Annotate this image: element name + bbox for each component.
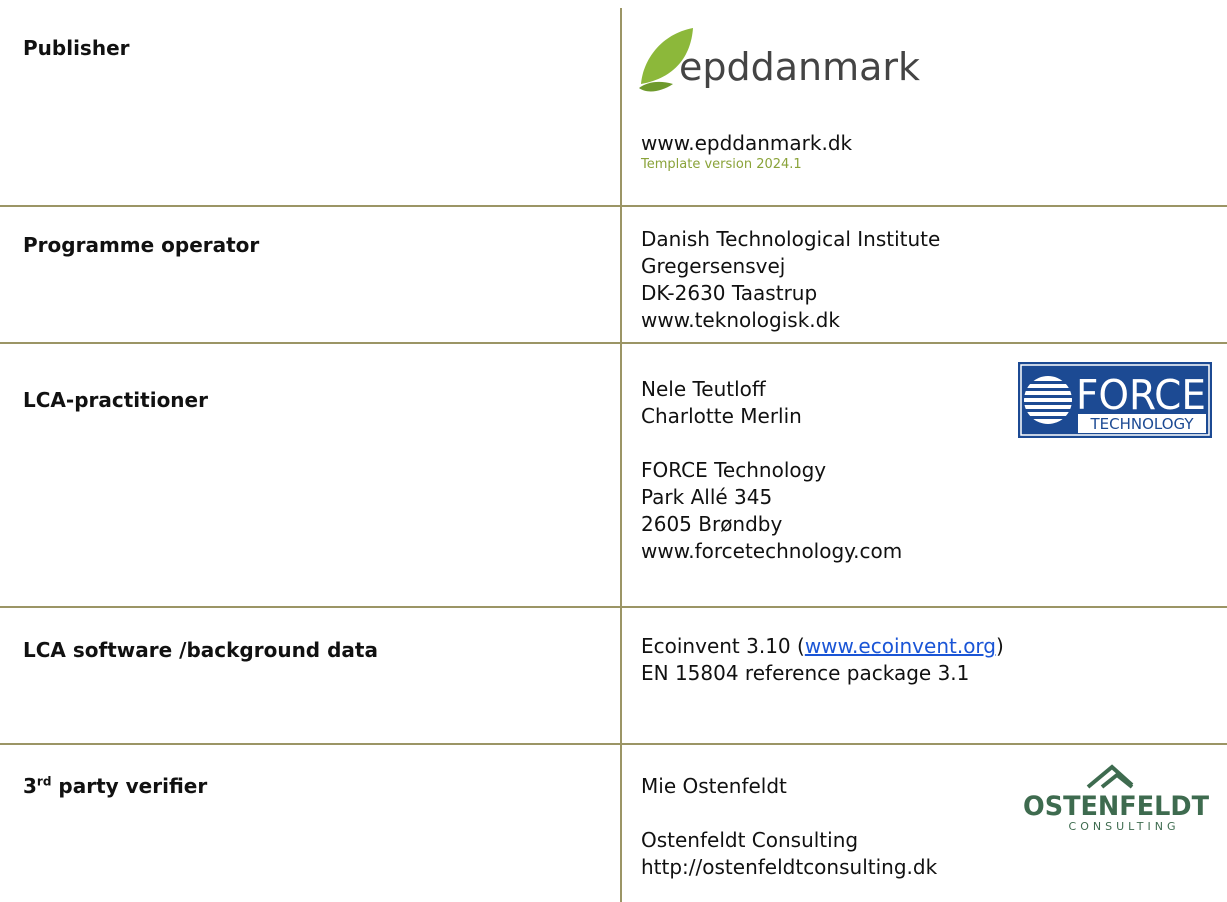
verifier-name: Mie Ostenfeldt (641, 774, 787, 798)
operator-city: DK-2630 Taastrup (641, 281, 818, 305)
practitioner-name-1: Nele Teutloff (641, 377, 766, 401)
practitioner-website: www.forcetechnology.com (641, 539, 903, 563)
verifier-company: Ostenfeldt Consulting (641, 828, 859, 852)
practitioner-name-2: Charlotte Merlin (641, 404, 802, 428)
lca-practitioner-label: LCA-practitioner (23, 388, 208, 412)
epddanmark-logo: epddanmark (639, 28, 920, 92)
lca-software-details: Ecoinvent 3.10 (www.ecoinvent.org) EN 15… (641, 633, 1004, 687)
svg-text:FORCE: FORCE (1076, 371, 1206, 419)
ecoinvent-text: Ecoinvent 3.10 ( (641, 634, 805, 658)
svg-text:epddanmark: epddanmark (679, 45, 920, 89)
programme-operator-details: Danish Technological Institute Gregersen… (641, 226, 940, 334)
template-version: Template version 2024.1 (641, 157, 802, 172)
publisher-details: www.epddanmark.dk Template version 2024.… (641, 130, 852, 173)
practitioner-company: FORCE Technology (641, 458, 827, 482)
lca-practitioner-details: Nele Teutloff Charlotte Merlin FORCE Tec… (641, 376, 902, 565)
verifier-label: 3rd party verifier (23, 774, 208, 798)
publisher-label: Publisher (23, 36, 130, 60)
row-divider (0, 205, 1227, 207)
force-technology-logo: FORCE TECHNOLOGY (1018, 362, 1212, 438)
ecoinvent-line: Ecoinvent 3.10 (www.ecoinvent.org) (641, 633, 1004, 660)
row-divider (0, 342, 1227, 344)
svg-text:OSTENFELDT: OSTENFELDT (1023, 791, 1210, 822)
practitioner-city: 2605 Brøndby (641, 512, 783, 536)
publisher-website: www.epddanmark.dk (641, 131, 853, 155)
practitioner-street: Park Allé 345 (641, 485, 773, 509)
svg-text:CONSULTING: CONSULTING (1069, 820, 1180, 831)
reference-package-line: EN 15804 reference package 3.1 (641, 661, 970, 685)
ecoinvent-close: ) (996, 634, 1004, 658)
ostenfeldt-logo: OSTENFELDT CONSULTING (1023, 764, 1210, 831)
svg-text:TECHNOLOGY: TECHNOLOGY (1089, 415, 1194, 433)
verifier-website: http://ostenfeldtconsulting.dk (641, 855, 938, 879)
operator-street: Gregersensvej (641, 254, 786, 278)
lca-software-label: LCA software /background data (23, 638, 378, 662)
row-divider (0, 606, 1227, 608)
operator-website: www.teknologisk.dk (641, 308, 840, 332)
operator-name: Danish Technological Institute (641, 227, 941, 251)
column-divider (620, 8, 622, 902)
row-divider (0, 743, 1227, 745)
ecoinvent-link[interactable]: www.ecoinvent.org (805, 634, 996, 658)
verifier-details: Mie Ostenfeldt Ostenfeldt Consulting htt… (641, 773, 937, 881)
programme-operator-label: Programme operator (23, 233, 260, 257)
